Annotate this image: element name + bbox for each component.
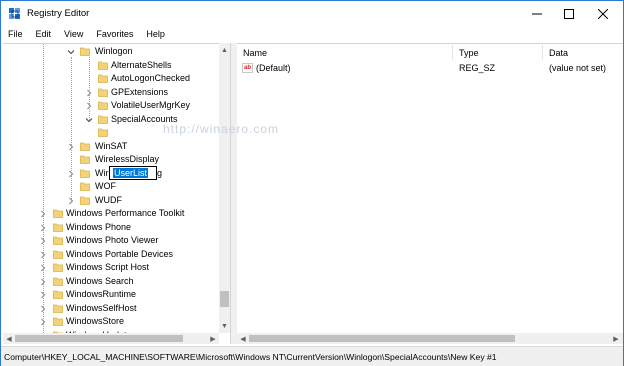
folder-icon — [53, 250, 63, 259]
column-header-data[interactable]: Data — [543, 45, 623, 60]
watermark-text: http://winaero.com — [163, 122, 280, 136]
registry-editor-window: Registry Editor File Edit View Favorites… — [0, 0, 624, 366]
scroll-down-arrow-icon[interactable]: ▼ — [220, 322, 229, 330]
folder-icon — [98, 115, 108, 124]
tree-item-label[interactable]: WUDF — [95, 195, 122, 205]
close-icon — [598, 9, 608, 19]
folder-icon — [53, 236, 63, 245]
scroll-right-arrow-icon[interactable]: ▶ — [611, 334, 621, 343]
rename-key-input[interactable]: UserList — [109, 166, 157, 180]
folder-icon — [98, 101, 108, 110]
tree-item-label[interactable]: WOF — [95, 181, 116, 191]
folder-icon — [53, 290, 63, 299]
tree-item-label[interactable]: WindowsSelfHost — [66, 303, 137, 313]
folder-icon — [98, 61, 108, 70]
folder-icon — [80, 142, 90, 151]
tree-connector-line — [43, 44, 44, 343]
tree-item-label[interactable]: Winlogon — [95, 46, 133, 56]
menu-help[interactable]: Help — [139, 27, 171, 43]
value-name: (Default) — [256, 63, 291, 73]
tree-horizontal-scroll-thumb[interactable] — [15, 335, 183, 342]
tree-connector-line — [89, 57, 90, 120]
folder-icon — [53, 277, 63, 286]
maximize-icon — [564, 9, 574, 19]
tree-item-label[interactable]: WirelessDisplay — [95, 154, 159, 164]
menu-file[interactable]: File — [1, 27, 29, 43]
folder-icon — [53, 317, 63, 326]
folder-icon — [53, 263, 63, 272]
folder-icon — [80, 155, 90, 164]
folder-icon — [98, 74, 108, 83]
chevron-down-icon[interactable] — [67, 48, 75, 56]
tree-item-label[interactable]: WindowsRuntime — [66, 289, 136, 299]
folder-icon — [80, 182, 90, 191]
folder-icon — [53, 223, 63, 232]
scroll-left-arrow-icon[interactable]: ◀ — [4, 334, 14, 343]
value-data: (value not set) — [549, 63, 607, 73]
menu-bar: File Edit View Favorites Help — [1, 27, 623, 43]
folder-icon — [80, 169, 90, 178]
tree-item-label[interactable]: Windows Script Host — [66, 262, 149, 272]
column-header-name[interactable]: Name — [237, 45, 453, 60]
tree-vertical-scrollbar[interactable]: ▲ ▼ — [219, 43, 230, 333]
minimize-button[interactable] — [521, 1, 553, 27]
tree-item-label[interactable]: AutoLogonChecked — [111, 73, 190, 83]
tree-item-label[interactable]: Windows Portable Devices — [66, 249, 173, 259]
tree-connector-line — [71, 57, 72, 201]
rename-key-text: UserList — [113, 168, 149, 178]
tree-item-label[interactable]: Windows Performance Toolkit — [66, 208, 184, 218]
folder-icon — [98, 128, 108, 137]
tree-item-label[interactable]: WinSAT — [95, 141, 127, 151]
folder-icon — [98, 88, 108, 97]
window-title: Registry Editor — [27, 8, 90, 19]
list-horizontal-scroll-thumb[interactable] — [249, 335, 515, 342]
folder-icon — [80, 196, 90, 205]
key-tree-pane[interactable]: Winlogon AlternateShells AutoLogonChecked G… — [3, 43, 231, 344]
registry-editor-app-icon — [9, 8, 20, 19]
tree-vertical-scroll-thumb[interactable] — [220, 291, 229, 307]
scroll-up-arrow-icon[interactable]: ▲ — [220, 46, 229, 54]
values-list-pane[interactable]: Name Type Data ab (Default) REG_SZ (valu… — [237, 43, 623, 344]
value-type: REG_SZ — [459, 63, 496, 73]
string-value-icon: ab — [242, 63, 253, 73]
tree-item-label[interactable]: GPExtensions — [111, 87, 168, 97]
close-button[interactable] — [587, 1, 619, 27]
folder-icon — [53, 304, 63, 313]
folder-icon — [80, 47, 90, 56]
tree-item-label[interactable]: AlternateShells — [111, 60, 172, 70]
tree-item-label[interactable]: WindowsStore — [66, 316, 124, 326]
menu-edit[interactable]: Edit — [29, 27, 58, 43]
column-header-type[interactable]: Type — [453, 45, 543, 60]
maximize-button[interactable] — [553, 1, 585, 27]
menu-favorites[interactable]: Favorites — [89, 27, 139, 43]
scroll-left-arrow-icon[interactable]: ◀ — [238, 334, 248, 343]
title-bar[interactable]: Registry Editor — [1, 1, 623, 27]
tree-item-label[interactable]: VolatileUserMgrKey — [111, 100, 190, 110]
tree-item-label[interactable]: Windows Photo Viewer — [66, 235, 158, 245]
status-bar-path: Computer\HKEY_LOCAL_MACHINE\SOFTWARE\Mic… — [1, 346, 623, 366]
minimize-icon — [532, 13, 542, 15]
list-horizontal-scrollbar[interactable]: ◀ ▶ — [237, 333, 623, 344]
tree-horizontal-scrollbar[interactable]: ◀ ▶ — [3, 333, 219, 344]
value-row[interactable]: ab (Default) REG_SZ (value not set) — [237, 62, 623, 76]
scroll-right-arrow-icon[interactable]: ▶ — [208, 334, 218, 343]
menu-view[interactable]: View — [57, 27, 89, 43]
tree-item-label[interactable]: Windows Search — [66, 276, 134, 286]
tree-item-label[interactable]: Windows Phone — [66, 222, 131, 232]
folder-icon — [53, 209, 63, 218]
